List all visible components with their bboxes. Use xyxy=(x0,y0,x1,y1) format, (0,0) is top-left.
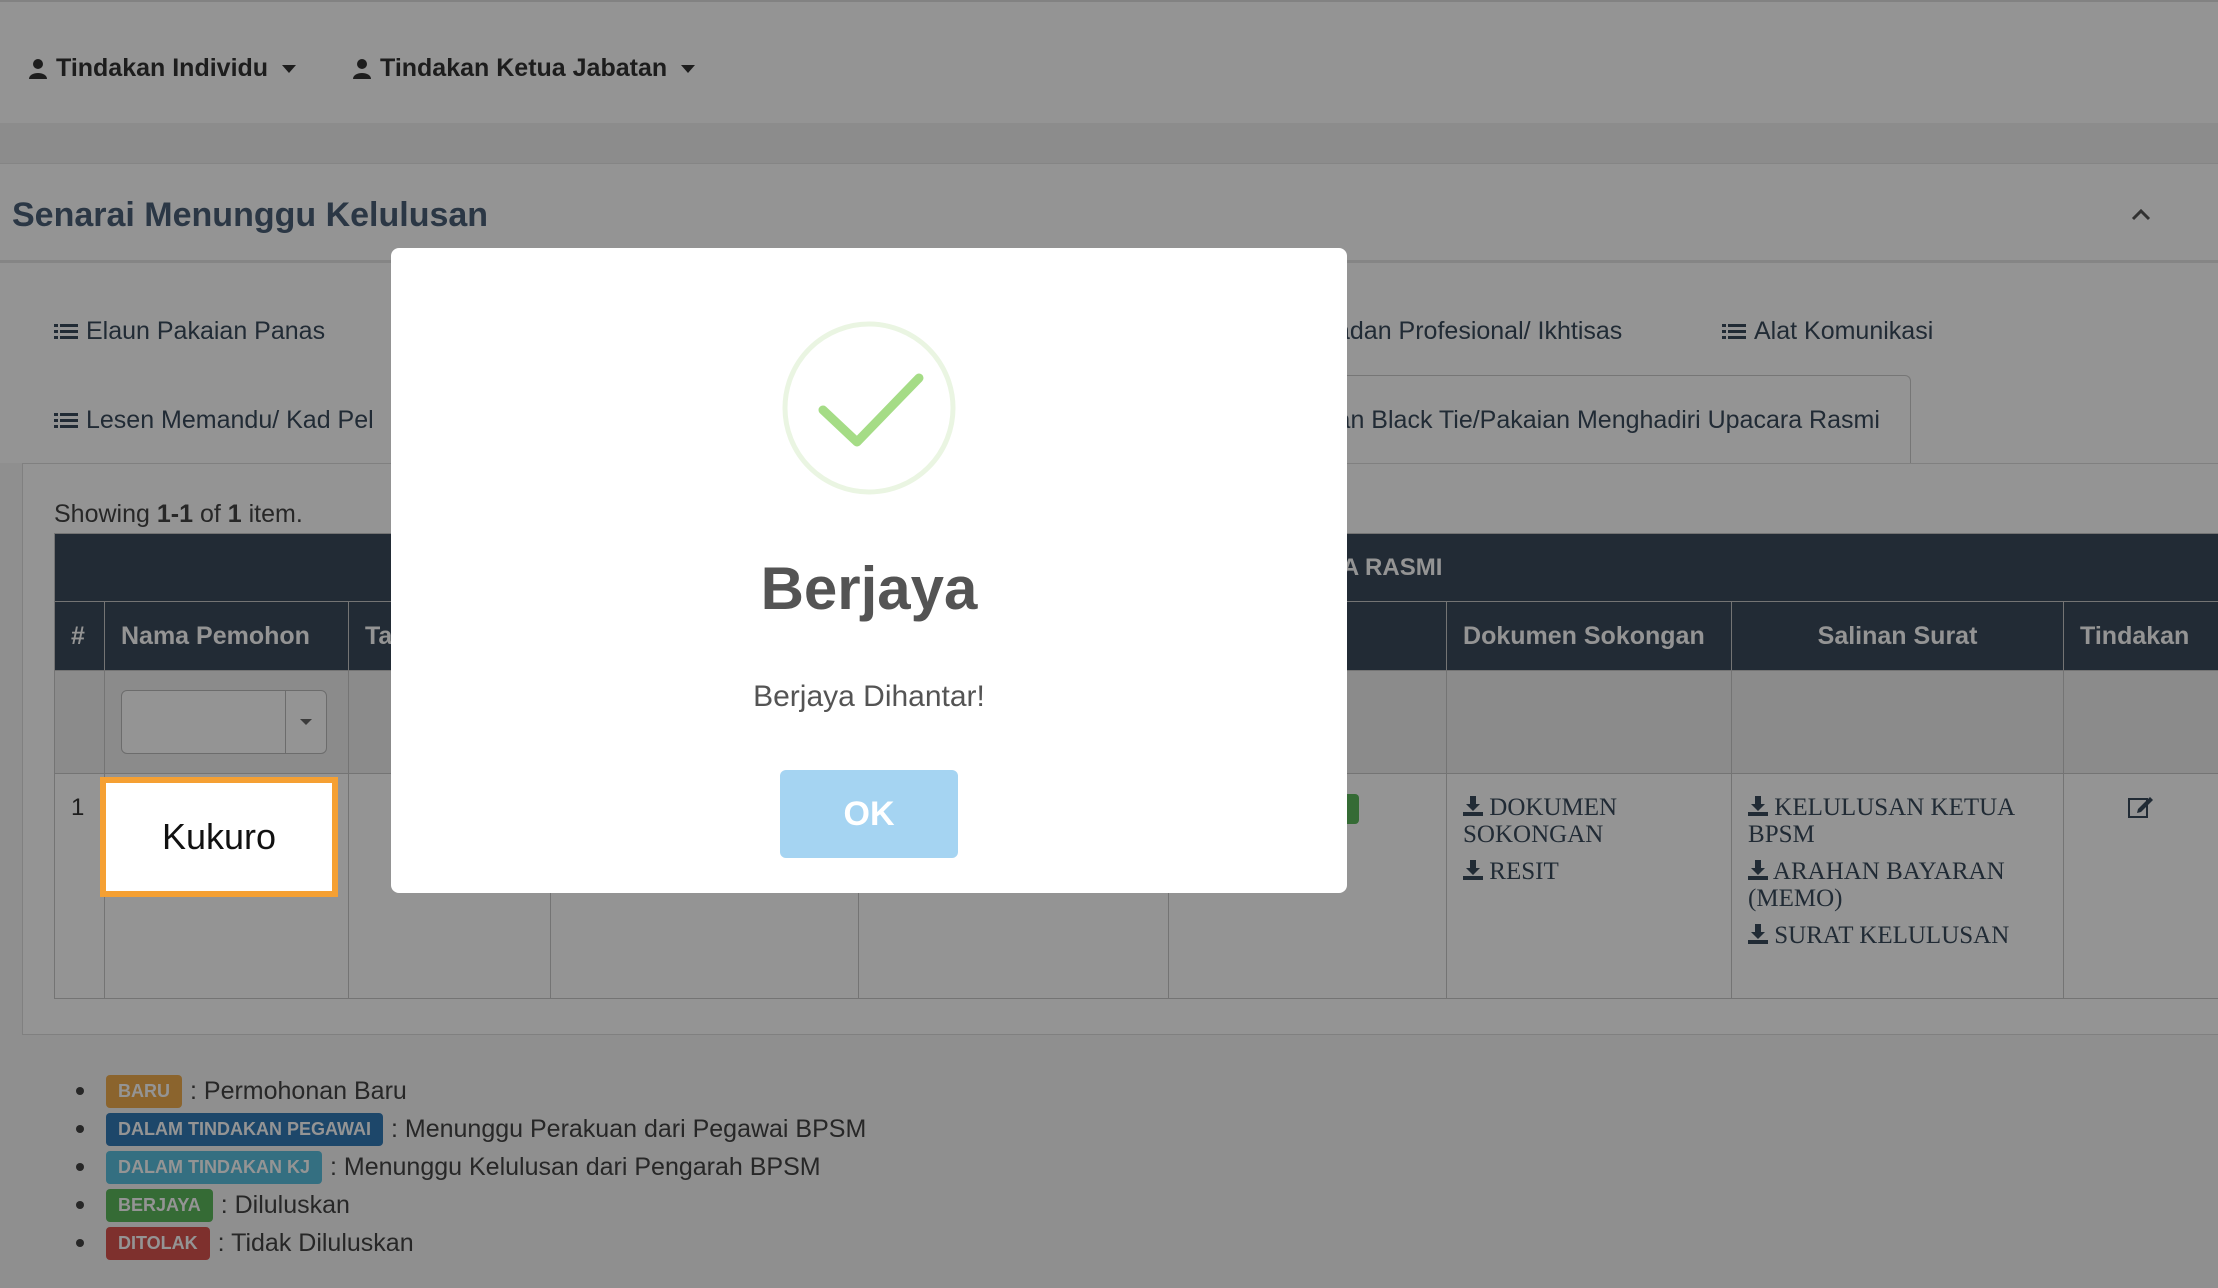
success-dialog: Berjaya Berjaya Dihantar! OK xyxy=(391,248,1347,893)
success-check-icon xyxy=(782,321,956,495)
dialog-title: Berjaya xyxy=(760,555,978,622)
dialog-message: Berjaya Dihantar! xyxy=(753,680,985,713)
highlighted-nama-cell: Kukuro xyxy=(100,777,338,897)
ok-button[interactable]: OK xyxy=(780,770,958,858)
